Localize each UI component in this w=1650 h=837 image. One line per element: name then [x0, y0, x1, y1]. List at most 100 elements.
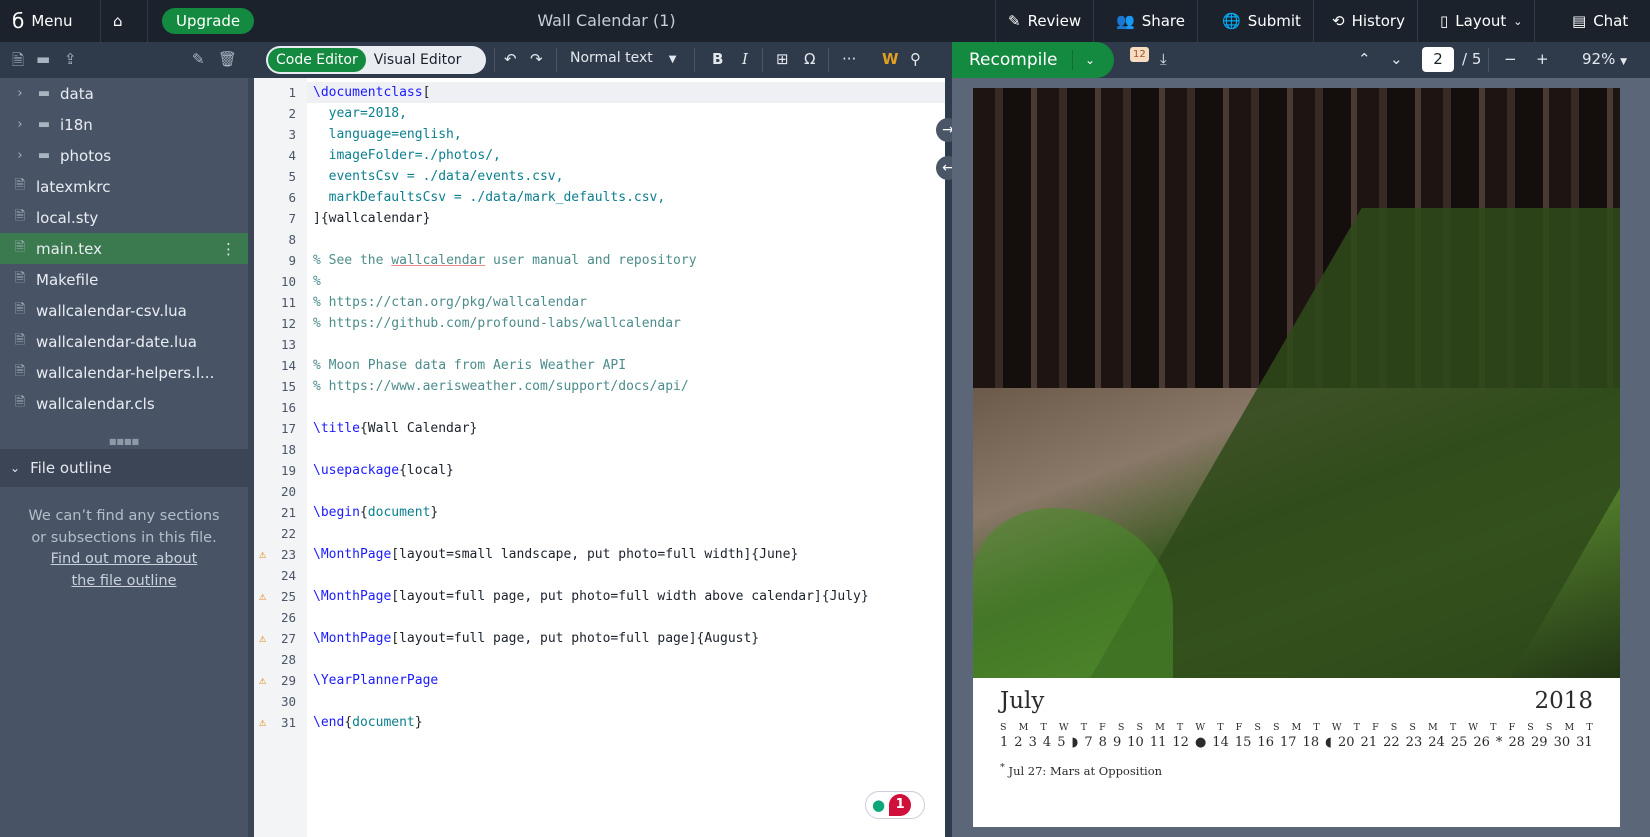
outline-help-link[interactable]: Find out more about the file outline — [0, 549, 248, 592]
code-line: 22 — [254, 523, 945, 544]
file-item[interactable]: 🗎 local.sty — [0, 202, 248, 233]
weekday-label: M — [1428, 722, 1438, 733]
page-number-input[interactable]: 2 — [1422, 47, 1454, 72]
file-list: › ▬ data › ▬ i18n › ▬ photos 🗎 latexmkrc 🗎 local.sty… — [0, 78, 248, 419]
zoom-select[interactable]: 92% ▼ — [1582, 50, 1627, 68]
redo-icon[interactable]: ↷ — [530, 50, 543, 68]
writefull-logo-icon[interactable]: W — [882, 50, 899, 68]
editor-pdf-splitter[interactable] — [945, 78, 952, 837]
weekday-label: T — [1313, 722, 1320, 733]
calendar-month: July — [1000, 688, 1045, 714]
history-icon: ⟲ — [1332, 12, 1345, 30]
italic-button[interactable]: I — [742, 50, 748, 68]
undo-icon[interactable]: ↶ — [504, 50, 517, 68]
file-item[interactable]: › ▬ data — [0, 78, 248, 109]
line-number: 30 — [280, 694, 296, 709]
review-icon: ✎ — [1008, 12, 1021, 30]
calendar-header: July 2018 — [1000, 688, 1593, 714]
chat-button[interactable]: ▤ Chat — [1560, 0, 1640, 42]
line-number: 15 — [280, 379, 296, 394]
search-icon[interactable]: ⚲ — [910, 50, 921, 68]
pdf-preview[interactable]: July 2018 SMTWTFSSMTWTFSSMTWTFSSMTWTFSSM… — [952, 78, 1650, 837]
bold-button[interactable]: B — [712, 50, 723, 68]
file-item[interactable]: › ▬ photos — [0, 140, 248, 171]
day-number: 7 — [1084, 735, 1093, 750]
day-number: 8 — [1098, 735, 1107, 750]
line-number: 7 — [288, 211, 296, 226]
code-editor-tab[interactable]: Code Editor — [268, 48, 366, 72]
line-number: 13 — [280, 337, 296, 352]
file-outline-header[interactable]: ⌄ File outline — [0, 449, 248, 487]
layout-button[interactable]: ▯ Layout ⌄ — [1428, 0, 1536, 42]
upload-icon[interactable]: ⇪ — [64, 50, 77, 68]
file-item[interactable]: 🗎 wallcalendar-csv.lua — [0, 295, 248, 326]
file-item[interactable]: 🗎 wallcalendar.cls — [0, 388, 248, 419]
file-item[interactable]: › ▬ i18n — [0, 109, 248, 140]
code-text: \MonthPage[layout=small landscape, put p… — [313, 547, 799, 562]
file-item[interactable]: 🗎 wallcalendar-date.lua — [0, 326, 248, 357]
code-text: \MonthPage[layout=full page, put photo=f… — [313, 589, 869, 604]
visual-editor-tab[interactable]: Visual Editor — [366, 48, 470, 72]
caret-down-icon: ▼ — [1620, 57, 1628, 67]
lightbulb-icon: ● — [872, 796, 886, 814]
symbol-button[interactable]: Ω — [804, 50, 815, 68]
file-name: i18n — [60, 115, 93, 134]
weekday-label: T — [1040, 722, 1047, 733]
history-button[interactable]: ⟲ History — [1320, 0, 1418, 42]
code-text: \end{document} — [313, 715, 423, 730]
line-number: 31 — [280, 715, 296, 730]
more-button[interactable]: ··· — [842, 50, 856, 68]
file-item[interactable]: 🗎 Makefile — [0, 264, 248, 295]
code-editor[interactable]: 1 \documentclass[2 year=2018, 3 language=e… — [254, 78, 945, 837]
submit-label: Submit — [1247, 12, 1301, 30]
weekday-label: F — [1372, 722, 1379, 733]
logs-badge[interactable]: 12 — [1130, 47, 1149, 62]
weekday-label: S — [1527, 722, 1534, 733]
file-menu-icon[interactable]: ⋮ — [221, 240, 236, 258]
math-icon[interactable]: ⊞ — [776, 50, 789, 68]
file-item[interactable]: 🗎 latexmkrc — [0, 171, 248, 202]
zoom-out-icon[interactable]: − — [1504, 50, 1517, 68]
file-item[interactable]: 🗎 main.tex ⋮ — [0, 233, 248, 264]
calendar-year: 2018 — [1534, 688, 1593, 714]
code-line: 12 % https://github.com/profound-labs/wal… — [254, 313, 945, 334]
resize-handle[interactable]: ■■■■ — [0, 435, 248, 449]
zoom-in-icon[interactable]: + — [1536, 50, 1549, 68]
divider — [556, 48, 557, 72]
line-number: 28 — [280, 652, 296, 667]
next-page-icon[interactable]: ⌄ — [1390, 50, 1403, 68]
code-text: % https://github.com/profound-labs/wallc… — [313, 316, 681, 331]
day-number: 23 — [1405, 735, 1423, 750]
review-suggestions-widget[interactable]: ● 1 — [865, 791, 925, 819]
folder-icon: ▬ — [37, 117, 51, 132]
recompile-dropdown-icon[interactable]: ⌄ — [1073, 53, 1095, 67]
weekday-label: T — [1217, 722, 1224, 733]
file-icon: 🗎 — [14, 394, 26, 410]
file-icon: 🗎 — [14, 301, 26, 317]
delete-trash-icon[interactable]: 🗑 — [218, 50, 237, 68]
download-icon[interactable]: ⤓ — [1160, 50, 1167, 68]
rename-pencil-icon[interactable]: ✎ — [192, 50, 205, 68]
weekday-label: S — [1136, 722, 1143, 733]
top-bar: б Menu ⌂ Upgrade Wall Calendar (1) ✎ Revie… — [0, 0, 1650, 42]
code-text: imageFolder=./photos/, — [328, 148, 501, 163]
day-number: 17 — [1279, 735, 1297, 750]
line-number: 9 — [288, 253, 296, 268]
divider — [1488, 48, 1489, 72]
review-button[interactable]: ✎ Review — [995, 0, 1095, 42]
day-number: 9 — [1112, 735, 1122, 750]
prev-page-icon[interactable]: ⌃ — [1358, 50, 1371, 68]
share-user-icon: 👥 — [1116, 12, 1135, 30]
new-file-icon[interactable]: 🗎 — [12, 50, 24, 75]
file-item[interactable]: 🗎 wallcalendar-helpers.l... — [0, 357, 248, 388]
recompile-button[interactable]: Recompile ⌄ — [952, 42, 1114, 78]
weekday-label: W — [1195, 722, 1206, 733]
weekday-label: S — [1254, 722, 1261, 733]
submit-button[interactable]: 🌐 Submit — [1210, 0, 1314, 42]
new-folder-icon[interactable]: ▬ — [36, 50, 50, 68]
code-text: \begin{document} — [313, 505, 439, 520]
weekday-label: T — [1490, 722, 1497, 733]
share-button[interactable]: 👥 Share — [1104, 0, 1198, 42]
code-line: 19 \usepackage{local} — [254, 460, 945, 481]
text-style-select[interactable]: Normal text ▼ — [570, 50, 676, 66]
